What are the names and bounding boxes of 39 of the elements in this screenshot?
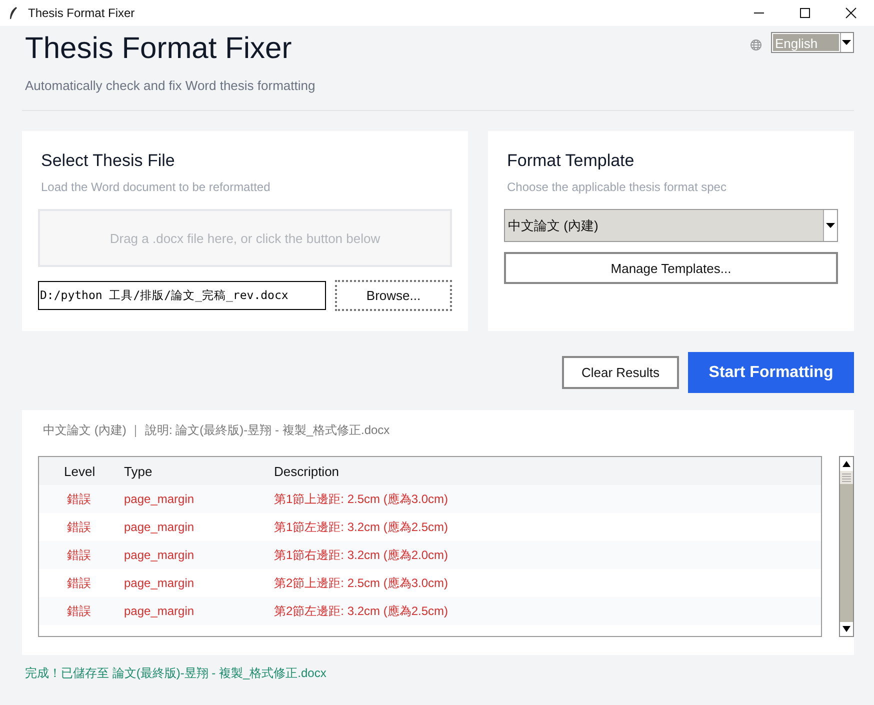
window-title: Thesis Format Fixer (28, 6, 135, 20)
close-icon (845, 7, 857, 19)
clear-results-button[interactable]: Clear Results (562, 356, 679, 389)
feather-icon (8, 6, 18, 20)
manage-templates-button[interactable]: Manage Templates... (504, 252, 838, 284)
app-subtitle: Automatically check and fix Word thesis formatting (25, 78, 316, 93)
file-path-field[interactable]: D:/python 工具/排版/論文_完稿_rev.docx (38, 281, 326, 310)
table-cell-text: 第1節上邊距: 2.5cm (應為3.0cm) (274, 490, 450, 508)
table-cell-text: 錯誤 (66, 602, 92, 620)
table-cell-text: 錯誤 (66, 490, 92, 508)
maximize-icon (799, 7, 811, 19)
table-cell-text: page_margin (124, 548, 196, 562)
card-title: Select Thesis File (40, 151, 176, 171)
browse-button[interactable]: Browse... (335, 280, 452, 311)
column-header[interactable]: Description (274, 464, 574, 478)
table-cell-text: 第2節上邊距: 2.5cm (應為3.0cm) (274, 574, 450, 592)
table-cell-text: 第1節右邊距: 3.2cm (應為2.0cm) (274, 546, 450, 564)
results-summary: 中文論文 (內建) ｜ 說明: 論文(最終版)-昱翔 - 複製_格式修正.docx (42, 422, 391, 439)
table-cell-text: page_margin (124, 520, 196, 534)
app-title: Thesis Format Fixer (25, 31, 293, 67)
table-cell-text: 第2節左邊距: 3.2cm (應為2.5cm) (274, 602, 450, 620)
start-formatting-button[interactable]: Start Formatting (688, 352, 854, 393)
table-cell-text: 錯誤 (66, 574, 92, 592)
table-cell-text: 錯誤 (66, 546, 92, 564)
table-cell-text: page_margin (124, 604, 196, 618)
template-dropdown[interactable]: 中文論文 (內建) (504, 209, 838, 242)
table-cell-text: 錯誤 (66, 518, 92, 536)
status-message: 完成！已儲存至 論文(最終版)-昱翔 - 複製_格式修正.docx (24, 665, 328, 682)
table-cell-text: 第1節左邊距: 3.2cm (應為2.5cm) (274, 518, 450, 536)
column-header[interactable]: Type (124, 464, 274, 478)
dropdown-arrow-icon (842, 40, 852, 45)
card-subtitle: Load the Word document to be reformatted (40, 180, 272, 194)
table-cell-text: page_margin (124, 492, 196, 506)
column-header[interactable]: Level (64, 464, 124, 478)
card-title: Format Template (506, 151, 636, 171)
globe-icon (750, 39, 762, 51)
card-subtitle: Choose the applicable thesis format spec (506, 180, 728, 194)
dropdown-arrow-icon (826, 223, 835, 228)
table-cell-text: page_margin (124, 576, 196, 590)
